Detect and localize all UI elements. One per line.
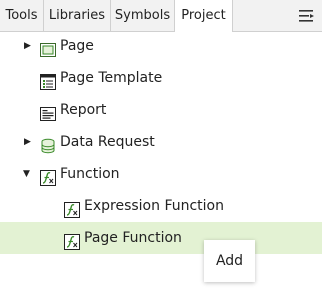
tree-item-function[interactable]: ▼ Function [0, 158, 322, 190]
expand-arrow-icon[interactable]: ▶ [24, 30, 34, 62]
function-icon [64, 198, 80, 218]
tree-item-page[interactable]: ▶ Page [0, 30, 322, 62]
menu-item-add[interactable]: Add [204, 240, 255, 282]
collapse-arrow-icon[interactable]: ▼ [23, 158, 33, 190]
tab-project[interactable]: Project [175, 0, 233, 32]
page-template-icon [40, 70, 56, 90]
function-icon [64, 230, 80, 250]
expand-arrow-icon[interactable]: ▶ [24, 126, 34, 158]
tree-item-expression-function[interactable]: Expression Function [0, 190, 322, 222]
tree-item-label: Function [60, 166, 120, 182]
tree-item-label: Data Request [60, 134, 155, 150]
panel-tab-bar: Tools Libraries Symbols Project [0, 0, 322, 32]
function-icon [40, 166, 56, 186]
tree-item-page-template[interactable]: Page Template [0, 62, 322, 94]
tab-tools[interactable]: Tools [0, 0, 44, 31]
report-icon [40, 102, 56, 121]
tree-item-label: Page Template [60, 70, 163, 86]
tab-libraries[interactable]: Libraries [44, 0, 111, 31]
tree-item-label: Page [60, 38, 94, 54]
tree-item-report[interactable]: Report [0, 94, 322, 126]
list-menu-icon[interactable] [298, 7, 316, 25]
tree-item-page-function[interactable]: Page Function [0, 222, 322, 254]
page-icon [40, 38, 56, 57]
tree-item-label: Expression Function [84, 198, 224, 214]
tab-symbols[interactable]: Symbols [111, 0, 175, 31]
tree-item-label: Page Function [84, 230, 182, 246]
context-menu: Add [204, 240, 255, 282]
tree-item-data-request[interactable]: ▶ Data Request [0, 126, 322, 158]
tree-item-label: Report [60, 102, 107, 118]
database-icon [40, 134, 56, 154]
